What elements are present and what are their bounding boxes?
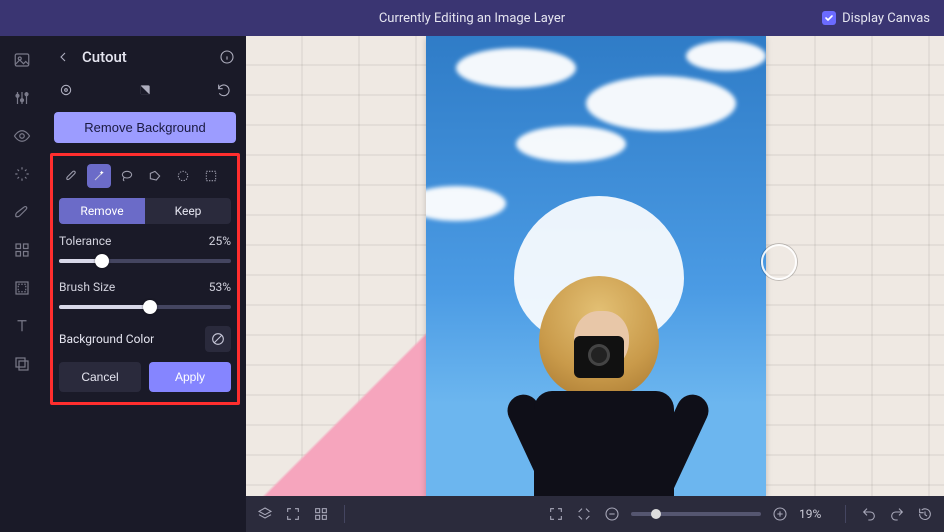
left-tool-rail <box>0 36 44 532</box>
lasso-tool-icon[interactable] <box>115 164 139 188</box>
mode-remove-button[interactable]: Remove <box>59 198 145 224</box>
background-color-label: Background Color <box>59 332 154 346</box>
contrast-icon[interactable] <box>133 78 157 102</box>
tolerance-slider[interactable] <box>59 252 231 270</box>
remove-keep-toggle[interactable]: Remove Keep <box>59 198 231 224</box>
tolerance-value: 25% <box>209 234 231 248</box>
remove-background-button[interactable]: Remove Background <box>54 112 236 143</box>
display-canvas-label: Display Canvas <box>842 11 930 26</box>
zoom-slider[interactable] <box>631 512 761 516</box>
brush-icon[interactable] <box>12 202 32 222</box>
adjust-icon[interactable] <box>12 88 32 108</box>
rect-select-tool-icon[interactable] <box>199 164 223 188</box>
editing-title: Currently Editing an Image Layer <box>379 11 565 26</box>
brush-size-label: Brush Size <box>59 280 115 294</box>
info-icon[interactable] <box>218 48 236 66</box>
elements-icon[interactable] <box>12 240 32 260</box>
fullscreen-icon[interactable] <box>547 505 565 523</box>
reset-icon[interactable] <box>212 78 236 102</box>
checkbox-checked-icon <box>822 11 836 25</box>
undo-icon[interactable] <box>860 505 878 523</box>
cutout-controls-region: Remove Keep Tolerance 25% Brush Size 53% <box>50 153 240 405</box>
image-layer[interactable] <box>426 36 766 496</box>
frame-icon[interactable] <box>12 278 32 298</box>
polygon-lasso-tool-icon[interactable] <box>143 164 167 188</box>
cancel-button[interactable]: Cancel <box>59 362 141 392</box>
image-icon[interactable] <box>12 50 32 70</box>
circle-select-tool-icon[interactable] <box>171 164 195 188</box>
eye-icon[interactable] <box>12 126 32 146</box>
brush-size-value: 53% <box>209 280 231 294</box>
brush-size-slider[interactable] <box>59 298 231 316</box>
zoom-in-icon[interactable] <box>771 505 789 523</box>
effects-icon[interactable] <box>12 164 32 184</box>
expand-icon[interactable] <box>284 505 302 523</box>
cutout-panel: Cutout Remove Background Remove Keep <box>44 36 246 532</box>
text-icon[interactable] <box>12 316 32 336</box>
canvas-bottom-bar: 19% <box>246 496 944 532</box>
layers-icon[interactable] <box>12 354 32 374</box>
mode-keep-button[interactable]: Keep <box>145 198 231 224</box>
layers-toggle-icon[interactable] <box>256 505 274 523</box>
tolerance-label: Tolerance <box>59 234 111 248</box>
back-arrow-icon[interactable] <box>54 48 72 66</box>
magic-wand-tool-icon[interactable] <box>87 164 111 188</box>
target-icon[interactable] <box>54 78 78 102</box>
display-canvas-checkbox[interactable]: Display Canvas <box>822 11 930 26</box>
zoom-value: 19% <box>799 507 831 521</box>
canvas-area: 19% <box>246 36 944 532</box>
grid-icon[interactable] <box>312 505 330 523</box>
history-icon[interactable] <box>916 505 934 523</box>
top-bar: Currently Editing an Image Layer Display… <box>0 0 944 36</box>
canvas-viewport[interactable] <box>246 36 944 496</box>
fit-icon[interactable] <box>575 505 593 523</box>
apply-button[interactable]: Apply <box>149 362 231 392</box>
background-color-swatch[interactable] <box>205 326 231 352</box>
zoom-out-icon[interactable] <box>603 505 621 523</box>
redo-icon[interactable] <box>888 505 906 523</box>
panel-title: Cutout <box>82 48 208 66</box>
paintbrush-tool-icon[interactable] <box>59 164 83 188</box>
